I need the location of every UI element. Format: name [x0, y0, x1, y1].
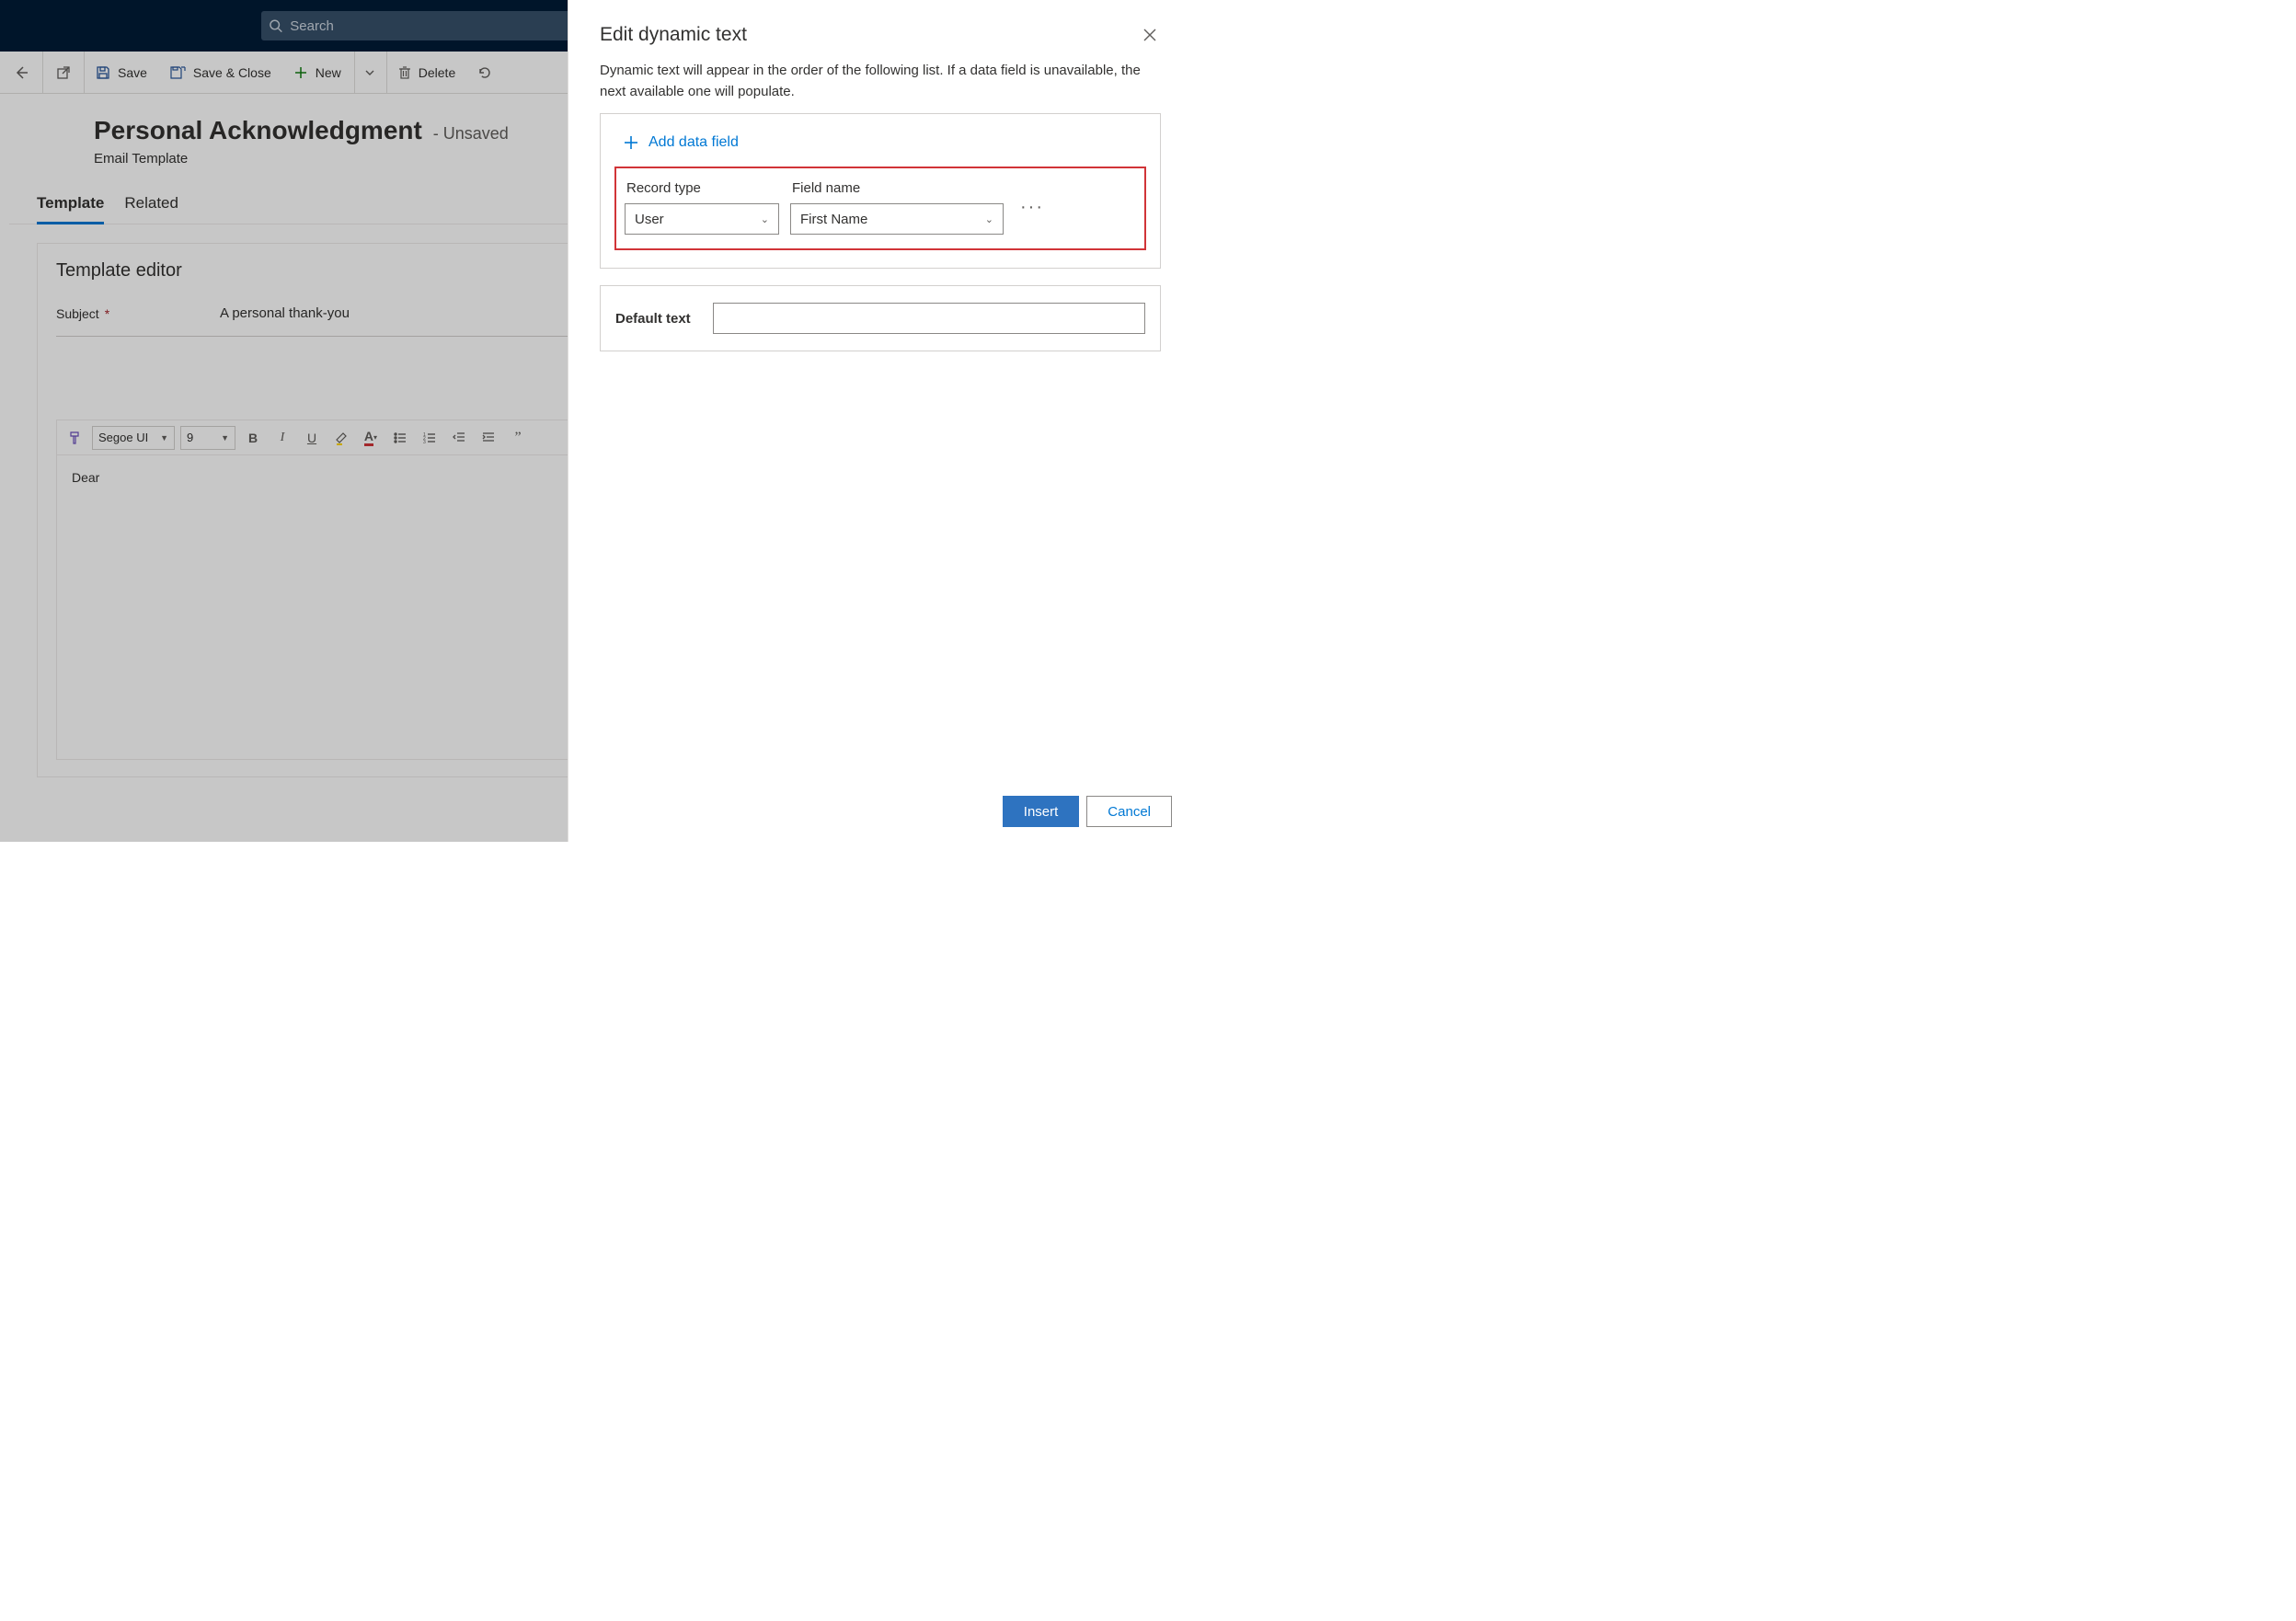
record-type-select[interactable]: User ⌄	[625, 203, 779, 235]
plus-icon	[623, 134, 639, 151]
close-panel-button[interactable]	[1139, 24, 1161, 46]
row-more-menu[interactable]: ···	[1018, 193, 1046, 222]
default-text-label: Default text	[615, 311, 691, 327]
panel-footer: Insert Cancel	[568, 781, 1192, 842]
field-name-label: Field name	[790, 180, 1004, 196]
default-text-input[interactable]	[713, 303, 1145, 334]
data-field-row: Record type User ⌄ Field name First Name…	[615, 167, 1145, 249]
record-type-label: Record type	[625, 180, 779, 196]
panel-description: Dynamic text will appear in the order of…	[568, 50, 1192, 113]
field-name-select[interactable]: First Name ⌄	[790, 203, 1004, 235]
add-data-field-button[interactable]: Add data field	[615, 129, 1145, 167]
edit-dynamic-text-panel: Edit dynamic text Dynamic text will appe…	[568, 0, 1192, 842]
default-text-card: Default text	[600, 285, 1161, 351]
close-icon	[1142, 28, 1157, 42]
chevron-down-icon: ⌄	[985, 213, 993, 225]
data-fields-card: Add data field Record type User ⌄ Field …	[600, 113, 1161, 269]
add-data-field-label: Add data field	[649, 134, 739, 151]
more-icon: ···	[1020, 197, 1044, 217]
record-type-value: User	[635, 212, 664, 227]
chevron-down-icon: ⌄	[761, 213, 769, 225]
panel-title: Edit dynamic text	[600, 24, 747, 46]
field-name-value: First Name	[800, 212, 867, 227]
cancel-button[interactable]: Cancel	[1086, 796, 1172, 827]
insert-button[interactable]: Insert	[1003, 796, 1080, 827]
